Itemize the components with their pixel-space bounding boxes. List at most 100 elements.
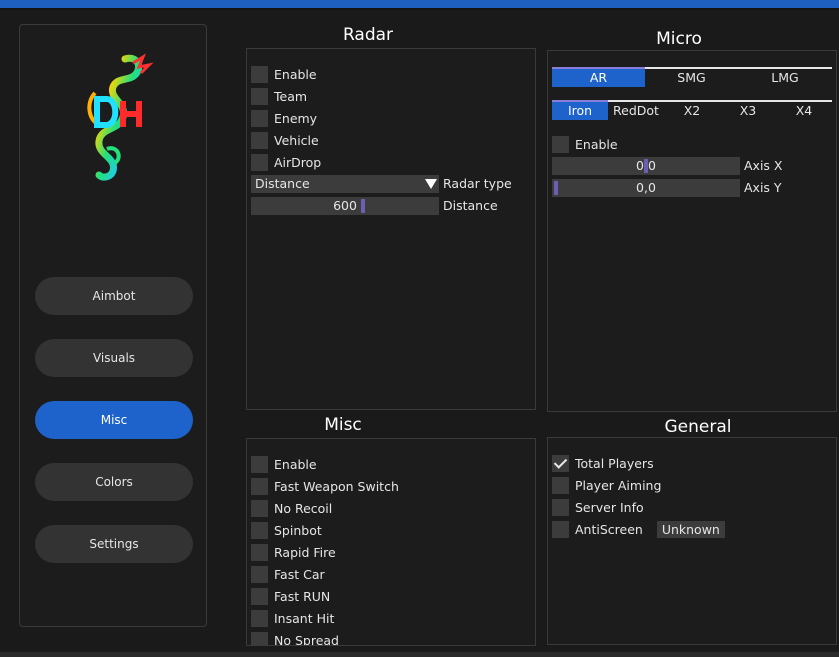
radar-airdrop-checkbox[interactable] (251, 153, 268, 171)
total-players-checkbox[interactable] (552, 454, 569, 472)
radar-vehicle-option[interactable]: Vehicle (251, 130, 319, 150)
axis-x-slider[interactable]: 0,0 (552, 157, 740, 175)
antiscreen-option[interactable]: AntiScreen Unknown (552, 519, 725, 539)
antiscreen-checkbox[interactable] (552, 520, 569, 538)
radar-enemy-checkbox[interactable] (251, 109, 268, 127)
nav-button-misc[interactable]: Misc (35, 401, 193, 439)
fast-run-option[interactable]: Fast RUN (251, 586, 330, 606)
checkbox-label: Player Aiming (575, 477, 662, 493)
dragon-logo-icon (87, 53, 154, 181)
checkbox-label: Fast RUN (274, 588, 331, 604)
radar-distance-slider[interactable]: 600 (251, 197, 439, 215)
radar-team-checkbox[interactable] (251, 87, 268, 105)
radar-type-value: Distance (255, 176, 310, 191)
checkbox-label: No Recoil (274, 500, 333, 516)
rapid-fire-checkbox[interactable] (251, 543, 268, 561)
fast-car-checkbox[interactable] (251, 565, 268, 583)
micro-enable-checkbox[interactable] (552, 135, 569, 153)
tab-x3[interactable]: X3 (720, 100, 776, 120)
scope-tabs: Iron RedDot X2 X3 X4 (552, 100, 832, 120)
server-info-option[interactable]: Server Info (552, 497, 644, 517)
radar-type-label: Radar type (443, 176, 512, 191)
antiscreen-status-badge: Unknown (656, 520, 725, 538)
tab-x4[interactable]: X4 (776, 100, 832, 120)
no-spread-checkbox[interactable] (251, 631, 268, 645)
chevron-down-icon (425, 179, 437, 189)
distance-label: Distance (443, 198, 498, 213)
checkbox-label: Server Info (575, 499, 644, 515)
checkbox-label: Fast Weapon Switch (274, 478, 399, 494)
checkbox-label: Insant Hit (274, 610, 335, 626)
axis-x-label: Axis X (744, 158, 783, 173)
spinbot-option[interactable]: Spinbot (251, 520, 322, 540)
checkbox-label: Total Players (575, 455, 654, 471)
checkbox-label: Spinbot (274, 522, 322, 538)
rapid-fire-option[interactable]: Rapid Fire (251, 542, 336, 562)
radar-enable-option[interactable]: Enable (251, 64, 317, 84)
tab-ar[interactable]: AR (552, 67, 645, 87)
checkbox-label: Team (274, 88, 308, 104)
radar-vehicle-checkbox[interactable] (251, 131, 268, 149)
slider-grab-handle[interactable] (361, 199, 365, 213)
general-panel: Total Players Player Aiming Server Info … (547, 437, 837, 645)
fast-run-checkbox[interactable] (251, 587, 268, 605)
insant-hit-checkbox[interactable] (251, 609, 268, 627)
total-players-option[interactable]: Total Players (552, 453, 654, 473)
slider-grab-handle[interactable] (554, 181, 558, 195)
axis-y-slider[interactable]: 0,0 (552, 179, 740, 197)
radar-title: Radar (342, 25, 394, 45)
fast-weapon-switch-checkbox[interactable] (251, 477, 268, 495)
no-spread-option[interactable]: No Spread (251, 630, 339, 646)
tab-iron[interactable]: Iron (552, 100, 608, 120)
checkbox-label: No Spread (274, 632, 339, 646)
tab-x2[interactable]: X2 (664, 100, 720, 120)
checkbox-label: Enable (575, 136, 618, 152)
weapon-tabs: AR SMG LMG (552, 67, 832, 87)
misc-title: Misc (324, 415, 362, 435)
misc-enable-checkbox[interactable] (251, 455, 268, 473)
micro-enable-option[interactable]: Enable (552, 134, 618, 154)
no-recoil-checkbox[interactable] (251, 499, 268, 517)
radar-panel: Enable Team Enemy Vehicle AirDrop Distan… (246, 48, 536, 410)
nav-button-colors[interactable]: Colors (35, 463, 193, 501)
checkbox-label: Enemy (274, 110, 318, 126)
slider-grab-handle[interactable] (644, 159, 648, 173)
radar-airdrop-option[interactable]: AirDrop (251, 152, 321, 172)
checkbox-label: Rapid Fire (274, 544, 336, 560)
player-aiming-checkbox[interactable] (552, 476, 569, 494)
tab-reddot[interactable]: RedDot (608, 100, 664, 120)
radar-enemy-option[interactable]: Enemy (251, 108, 317, 128)
insant-hit-option[interactable]: Insant Hit (251, 608, 334, 628)
general-title: General (664, 417, 732, 437)
misc-panel: Enable Fast Weapon Switch No Recoil Spin… (246, 438, 536, 646)
checkbox-label: Vehicle (274, 132, 319, 148)
bottom-edge (0, 652, 839, 657)
top-divider (0, 8, 839, 10)
tab-lmg[interactable]: LMG (738, 67, 832, 87)
nav-button-visuals[interactable]: Visuals (35, 339, 193, 377)
misc-enable-option[interactable]: Enable (251, 454, 317, 474)
server-info-checkbox[interactable] (552, 498, 569, 516)
tab-smg[interactable]: SMG (645, 67, 738, 87)
radar-type-dropdown[interactable]: Distance (251, 175, 439, 193)
nav-button-settings[interactable]: Settings (35, 525, 193, 563)
axis-y-label: Axis Y (744, 180, 782, 195)
fast-car-option[interactable]: Fast Car (251, 564, 325, 584)
checkbox-label: AirDrop (274, 154, 322, 170)
fast-weapon-switch-option[interactable]: Fast Weapon Switch (251, 476, 399, 496)
distance-value: 600 (333, 198, 357, 213)
window-top-accent-bar (0, 0, 839, 8)
micro-panel: AR SMG LMG Iron RedDot X2 X3 X4 Enable 0… (547, 50, 837, 412)
axis-y-value: 0,0 (636, 180, 656, 195)
checkbox-label: Enable (274, 456, 317, 472)
radar-enable-checkbox[interactable] (251, 65, 268, 83)
checkbox-label: Fast Car (274, 566, 325, 582)
spinbot-checkbox[interactable] (251, 521, 268, 539)
radar-team-option[interactable]: Team (251, 86, 307, 106)
no-recoil-option[interactable]: No Recoil (251, 498, 332, 518)
player-aiming-option[interactable]: Player Aiming (552, 475, 661, 495)
micro-title: Micro (656, 29, 702, 49)
nav-button-aimbot[interactable]: Aimbot (35, 277, 193, 315)
checkbox-label: Enable (274, 66, 317, 82)
checkbox-label: AntiScreen (575, 521, 643, 537)
